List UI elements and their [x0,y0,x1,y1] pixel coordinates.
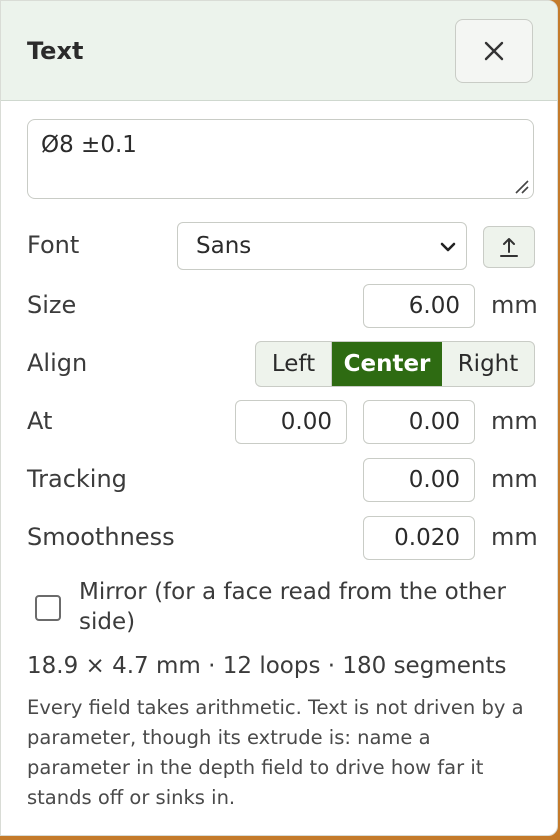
tracking-input[interactable]: 0.00 [363,458,475,502]
size-unit: mm [491,291,538,319]
tracking-label: Tracking [27,465,127,493]
smoothness-input[interactable]: 0.020 [363,516,475,560]
close-button[interactable] [455,19,533,83]
text-content-value: Ø8 ±0.1 [41,132,137,158]
close-icon [484,41,504,61]
align-left-button[interactable]: Left [256,342,332,386]
align-center-button[interactable]: Center [332,342,442,386]
text-content-input[interactable]: Ø8 ±0.1 [27,119,534,199]
size-input[interactable]: 6.00 [363,284,475,328]
upload-font-button[interactable] [483,226,535,268]
mirror-checkbox[interactable] [35,595,61,621]
mirror-label: Mirror (for a face read from the other s… [79,579,506,635]
upload-icon [500,238,518,257]
text-panel: Text Ø8 ±0.1 Font Sans Size 6.00 mm Alig… [0,0,558,836]
at-unit: mm [491,407,538,435]
resize-grip-icon[interactable] [513,178,529,194]
at-y-input[interactable]: 0.00 [363,400,475,444]
font-label: Font [27,231,80,259]
smoothness-value: 0.020 [394,525,460,551]
size-value: 6.00 [408,293,460,319]
smoothness-label: Smoothness [27,523,175,551]
at-y-value: 0.00 [408,409,460,435]
font-select[interactable]: Sans [177,222,467,270]
align-segmented-control: Left Center Right [255,341,535,387]
align-right-button[interactable]: Right [442,342,534,386]
size-label: Size [27,291,77,319]
align-label: Align [27,349,88,377]
smoothness-unit: mm [491,523,538,551]
panel-header: Text [1,1,557,101]
font-selected-value: Sans [196,233,252,259]
panel-title: Text [27,37,84,65]
at-x-value: 0.00 [280,409,332,435]
tracking-value: 0.00 [408,467,460,493]
chevron-down-icon [440,242,456,252]
at-label: At [27,407,53,435]
tracking-unit: mm [491,465,538,493]
at-x-input[interactable]: 0.00 [235,400,347,444]
help-text: Every field takes arithmetic. Text is no… [27,696,524,809]
text-stats: 18.9 × 4.7 mm · 12 loops · 180 segments [27,653,507,679]
